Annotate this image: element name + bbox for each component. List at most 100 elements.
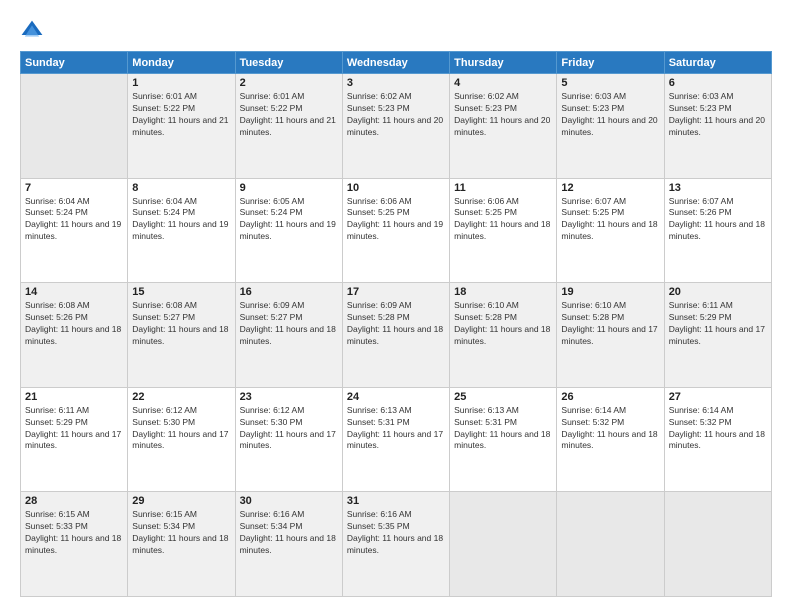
- calendar-day-cell: 24 Sunrise: 6:13 AMSunset: 5:31 PMDaylig…: [342, 387, 449, 492]
- day-info: Sunrise: 6:11 AMSunset: 5:29 PMDaylight:…: [25, 405, 123, 453]
- calendar-day-cell: 30 Sunrise: 6:16 AMSunset: 5:34 PMDaylig…: [235, 492, 342, 597]
- day-info: Sunrise: 6:14 AMSunset: 5:32 PMDaylight:…: [669, 405, 767, 453]
- calendar-day-cell: 1 Sunrise: 6:01 AMSunset: 5:22 PMDayligh…: [128, 74, 235, 179]
- calendar-day-cell: [557, 492, 664, 597]
- day-number: 22: [132, 391, 230, 403]
- calendar-day-cell: 5 Sunrise: 6:03 AMSunset: 5:23 PMDayligh…: [557, 74, 664, 179]
- day-info: Sunrise: 6:08 AMSunset: 5:26 PMDaylight:…: [25, 300, 123, 348]
- day-number: 17: [347, 286, 445, 298]
- calendar-day-cell: 15 Sunrise: 6:08 AMSunset: 5:27 PMDaylig…: [128, 283, 235, 388]
- day-number: 6: [669, 77, 767, 89]
- calendar-week-row: 7 Sunrise: 6:04 AMSunset: 5:24 PMDayligh…: [21, 178, 772, 283]
- day-number: 16: [240, 286, 338, 298]
- day-info: Sunrise: 6:11 AMSunset: 5:29 PMDaylight:…: [669, 300, 767, 348]
- day-info: Sunrise: 6:05 AMSunset: 5:24 PMDaylight:…: [240, 196, 338, 244]
- day-info: Sunrise: 6:14 AMSunset: 5:32 PMDaylight:…: [561, 405, 659, 453]
- calendar-day-cell: 21 Sunrise: 6:11 AMSunset: 5:29 PMDaylig…: [21, 387, 128, 492]
- calendar: SundayMondayTuesdayWednesdayThursdayFrid…: [20, 51, 772, 597]
- calendar-day-cell: 29 Sunrise: 6:15 AMSunset: 5:34 PMDaylig…: [128, 492, 235, 597]
- day-number: 10: [347, 182, 445, 194]
- calendar-header-wednesday: Wednesday: [342, 52, 449, 74]
- day-info: Sunrise: 6:01 AMSunset: 5:22 PMDaylight:…: [240, 91, 338, 139]
- day-number: 20: [669, 286, 767, 298]
- day-info: Sunrise: 6:02 AMSunset: 5:23 PMDaylight:…: [347, 91, 445, 139]
- calendar-day-cell: 18 Sunrise: 6:10 AMSunset: 5:28 PMDaylig…: [450, 283, 557, 388]
- day-number: 8: [132, 182, 230, 194]
- day-number: 19: [561, 286, 659, 298]
- day-number: 31: [347, 495, 445, 507]
- calendar-day-cell: 7 Sunrise: 6:04 AMSunset: 5:24 PMDayligh…: [21, 178, 128, 283]
- calendar-week-row: 1 Sunrise: 6:01 AMSunset: 5:22 PMDayligh…: [21, 74, 772, 179]
- day-number: 4: [454, 77, 552, 89]
- day-number: 26: [561, 391, 659, 403]
- day-info: Sunrise: 6:07 AMSunset: 5:25 PMDaylight:…: [561, 196, 659, 244]
- calendar-day-cell: 27 Sunrise: 6:14 AMSunset: 5:32 PMDaylig…: [664, 387, 771, 492]
- calendar-day-cell: 28 Sunrise: 6:15 AMSunset: 5:33 PMDaylig…: [21, 492, 128, 597]
- calendar-day-cell: 2 Sunrise: 6:01 AMSunset: 5:22 PMDayligh…: [235, 74, 342, 179]
- day-info: Sunrise: 6:08 AMSunset: 5:27 PMDaylight:…: [132, 300, 230, 348]
- day-number: 24: [347, 391, 445, 403]
- day-info: Sunrise: 6:04 AMSunset: 5:24 PMDaylight:…: [25, 196, 123, 244]
- day-info: Sunrise: 6:12 AMSunset: 5:30 PMDaylight:…: [240, 405, 338, 453]
- calendar-day-cell: 8 Sunrise: 6:04 AMSunset: 5:24 PMDayligh…: [128, 178, 235, 283]
- calendar-day-cell: 25 Sunrise: 6:13 AMSunset: 5:31 PMDaylig…: [450, 387, 557, 492]
- day-info: Sunrise: 6:01 AMSunset: 5:22 PMDaylight:…: [132, 91, 230, 139]
- day-info: Sunrise: 6:16 AMSunset: 5:35 PMDaylight:…: [347, 509, 445, 557]
- calendar-day-cell: 10 Sunrise: 6:06 AMSunset: 5:25 PMDaylig…: [342, 178, 449, 283]
- calendar-header-row: SundayMondayTuesdayWednesdayThursdayFrid…: [21, 52, 772, 74]
- day-number: 28: [25, 495, 123, 507]
- calendar-day-cell: 17 Sunrise: 6:09 AMSunset: 5:28 PMDaylig…: [342, 283, 449, 388]
- day-number: 18: [454, 286, 552, 298]
- page: SundayMondayTuesdayWednesdayThursdayFrid…: [0, 0, 792, 612]
- day-info: Sunrise: 6:07 AMSunset: 5:26 PMDaylight:…: [669, 196, 767, 244]
- calendar-day-cell: [21, 74, 128, 179]
- calendar-day-cell: 4 Sunrise: 6:02 AMSunset: 5:23 PMDayligh…: [450, 74, 557, 179]
- calendar-header-monday: Monday: [128, 52, 235, 74]
- day-number: 30: [240, 495, 338, 507]
- day-number: 25: [454, 391, 552, 403]
- day-info: Sunrise: 6:16 AMSunset: 5:34 PMDaylight:…: [240, 509, 338, 557]
- day-number: 1: [132, 77, 230, 89]
- logo: [20, 19, 48, 43]
- calendar-week-row: 21 Sunrise: 6:11 AMSunset: 5:29 PMDaylig…: [21, 387, 772, 492]
- calendar-day-cell: 14 Sunrise: 6:08 AMSunset: 5:26 PMDaylig…: [21, 283, 128, 388]
- calendar-day-cell: 6 Sunrise: 6:03 AMSunset: 5:23 PMDayligh…: [664, 74, 771, 179]
- day-number: 27: [669, 391, 767, 403]
- calendar-day-cell: 16 Sunrise: 6:09 AMSunset: 5:27 PMDaylig…: [235, 283, 342, 388]
- calendar-day-cell: 20 Sunrise: 6:11 AMSunset: 5:29 PMDaylig…: [664, 283, 771, 388]
- day-info: Sunrise: 6:03 AMSunset: 5:23 PMDaylight:…: [561, 91, 659, 139]
- day-number: 9: [240, 182, 338, 194]
- day-info: Sunrise: 6:09 AMSunset: 5:28 PMDaylight:…: [347, 300, 445, 348]
- day-number: 21: [25, 391, 123, 403]
- day-number: 11: [454, 182, 552, 194]
- calendar-day-cell: 11 Sunrise: 6:06 AMSunset: 5:25 PMDaylig…: [450, 178, 557, 283]
- calendar-day-cell: [450, 492, 557, 597]
- day-info: Sunrise: 6:12 AMSunset: 5:30 PMDaylight:…: [132, 405, 230, 453]
- day-number: 12: [561, 182, 659, 194]
- calendar-header-friday: Friday: [557, 52, 664, 74]
- day-number: 13: [669, 182, 767, 194]
- day-info: Sunrise: 6:04 AMSunset: 5:24 PMDaylight:…: [132, 196, 230, 244]
- calendar-day-cell: 19 Sunrise: 6:10 AMSunset: 5:28 PMDaylig…: [557, 283, 664, 388]
- calendar-day-cell: 23 Sunrise: 6:12 AMSunset: 5:30 PMDaylig…: [235, 387, 342, 492]
- day-info: Sunrise: 6:10 AMSunset: 5:28 PMDaylight:…: [454, 300, 552, 348]
- calendar-header-thursday: Thursday: [450, 52, 557, 74]
- day-number: 14: [25, 286, 123, 298]
- day-info: Sunrise: 6:15 AMSunset: 5:34 PMDaylight:…: [132, 509, 230, 557]
- calendar-day-cell: 31 Sunrise: 6:16 AMSunset: 5:35 PMDaylig…: [342, 492, 449, 597]
- day-number: 5: [561, 77, 659, 89]
- calendar-day-cell: [664, 492, 771, 597]
- header: [20, 15, 772, 43]
- day-info: Sunrise: 6:06 AMSunset: 5:25 PMDaylight:…: [454, 196, 552, 244]
- calendar-day-cell: 9 Sunrise: 6:05 AMSunset: 5:24 PMDayligh…: [235, 178, 342, 283]
- day-number: 2: [240, 77, 338, 89]
- calendar-day-cell: 22 Sunrise: 6:12 AMSunset: 5:30 PMDaylig…: [128, 387, 235, 492]
- day-info: Sunrise: 6:13 AMSunset: 5:31 PMDaylight:…: [454, 405, 552, 453]
- day-info: Sunrise: 6:13 AMSunset: 5:31 PMDaylight:…: [347, 405, 445, 453]
- day-info: Sunrise: 6:09 AMSunset: 5:27 PMDaylight:…: [240, 300, 338, 348]
- day-info: Sunrise: 6:10 AMSunset: 5:28 PMDaylight:…: [561, 300, 659, 348]
- day-number: 7: [25, 182, 123, 194]
- logo-icon: [20, 19, 44, 43]
- day-info: Sunrise: 6:03 AMSunset: 5:23 PMDaylight:…: [669, 91, 767, 139]
- day-info: Sunrise: 6:02 AMSunset: 5:23 PMDaylight:…: [454, 91, 552, 139]
